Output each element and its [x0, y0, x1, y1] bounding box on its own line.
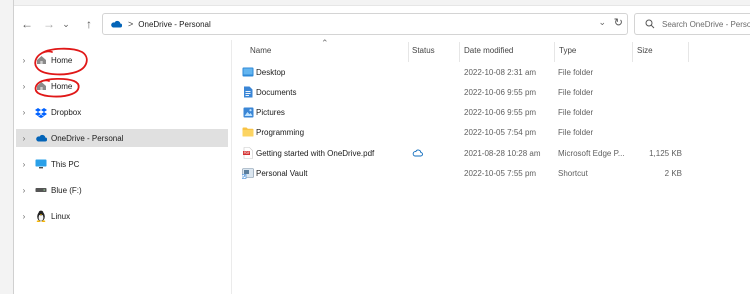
breadcrumb-onedrive[interactable]: OneDrive - Personal: [138, 20, 210, 29]
linux-penguin-icon: [35, 210, 47, 222]
column-divider[interactable]: [632, 42, 633, 62]
search-icon: [645, 19, 655, 29]
sort-ascending-icon: ⌃: [321, 38, 329, 48]
address-bar[interactable]: > OneDrive - Personal ⌄ ↻: [102, 13, 628, 35]
folder-icon: [242, 123, 254, 141]
file-name: Pictures: [256, 107, 285, 117]
file-size: 1,125 KB: [649, 148, 682, 158]
chevron-right-icon[interactable]: ›: [19, 160, 29, 169]
onedrive-cloud-icon: [35, 132, 47, 144]
refresh-icon[interactable]: ↻: [614, 16, 623, 29]
chevron-right-icon[interactable]: ›: [19, 212, 29, 221]
documents-folder-icon: [242, 83, 254, 101]
pictures-folder-icon: [242, 103, 254, 121]
breadcrumb-separator: >: [128, 19, 134, 29]
up-arrow-icon: ↑: [86, 17, 92, 31]
forward-button[interactable]: →: [41, 16, 57, 32]
file-name: Getting started with OneDrive.pdf: [256, 148, 375, 158]
column-header-status[interactable]: Status: [412, 46, 435, 58]
file-row[interactable]: Personal Vault 2022-10-05 7:55 pm Shortc…: [240, 164, 690, 182]
file-type: File folder: [558, 67, 594, 77]
column-divider[interactable]: [554, 42, 555, 62]
sidebar-item-label: Home: [51, 55, 73, 65]
column-divider[interactable]: [408, 42, 409, 62]
file-date-modified: 2022-10-08 2:31 am: [464, 67, 537, 77]
search-input[interactable]: Search OneDrive - Personal: [634, 13, 750, 35]
window-left-frame: [0, 0, 14, 294]
window-top-frame: [0, 0, 750, 6]
file-date-modified: 2021-08-28 10:28 am: [464, 148, 541, 158]
address-dropdown-icon[interactable]: ⌄: [598, 17, 606, 28]
chevron-down-icon: ⌄: [62, 18, 70, 29]
onedrive-cloud-icon: [110, 20, 122, 28]
column-divider[interactable]: [459, 42, 460, 62]
up-button[interactable]: ↑: [81, 16, 97, 32]
svg-text:PDF: PDF: [244, 151, 250, 155]
vault-shortcut-icon: [242, 164, 254, 182]
file-name: Personal Vault: [256, 168, 308, 178]
sidebar-item-label: Dropbox: [51, 107, 82, 117]
column-header-date-modified[interactable]: Date modified: [464, 46, 513, 58]
file-row[interactable]: Pictures 2022-10-06 9:55 pm File folder: [240, 103, 690, 121]
file-date-modified: 2022-10-05 7:54 pm: [464, 127, 537, 137]
chevron-right-icon[interactable]: ›: [19, 186, 29, 195]
sidebar-item-linux[interactable]: › Linux: [16, 207, 228, 225]
pane-divider[interactable]: [231, 40, 232, 294]
file-name: Desktop: [256, 67, 286, 77]
file-date-modified: 2022-10-05 7:55 pm: [464, 168, 537, 178]
sidebar-item-onedrive[interactable]: › OneDrive - Personal: [16, 129, 228, 147]
home-icon: [35, 54, 47, 66]
sidebar-item-label: Blue (F:): [51, 185, 82, 195]
cloud-available-icon: [410, 144, 424, 162]
sidebar-item-label: Home: [51, 81, 73, 91]
file-row[interactable]: PDF Getting started with OneDrive.pdf 20…: [240, 144, 690, 162]
file-row[interactable]: Documents 2022-10-06 9:55 pm File folder: [240, 83, 690, 101]
file-name: Documents: [256, 87, 297, 97]
home-icon: [35, 80, 47, 92]
chevron-right-icon[interactable]: ›: [19, 108, 29, 117]
back-button[interactable]: ←: [19, 16, 35, 32]
file-row[interactable]: Programming 2022-10-05 7:54 pm File fold…: [240, 123, 690, 141]
drive-icon: [35, 184, 47, 196]
monitor-icon: [35, 158, 47, 170]
file-type: Microsoft Edge P...: [558, 148, 625, 158]
chevron-right-icon[interactable]: ›: [19, 134, 29, 143]
file-type: File folder: [558, 107, 594, 117]
file-type: Shortcut: [558, 168, 588, 178]
chevron-right-icon[interactable]: ›: [19, 82, 29, 91]
file-date-modified: 2022-10-06 9:55 pm: [464, 87, 537, 97]
sidebar-item-this-pc[interactable]: › This PC: [16, 155, 228, 173]
file-type: File folder: [558, 87, 594, 97]
forward-arrow-icon: →: [43, 17, 55, 31]
column-divider[interactable]: [688, 42, 689, 62]
file-row[interactable]: Desktop 2022-10-08 2:31 am File folder: [240, 63, 690, 81]
sidebar-item-label: This PC: [51, 159, 80, 169]
chevron-right-icon[interactable]: ›: [19, 56, 29, 65]
back-arrow-icon: ←: [21, 17, 33, 31]
pdf-file-icon: PDF: [242, 144, 254, 162]
file-size: 2 KB: [664, 168, 682, 178]
desktop-folder-icon: [242, 63, 254, 81]
sidebar-item-home-2[interactable]: › Home: [16, 77, 228, 95]
sidebar-item-dropbox[interactable]: › Dropbox: [16, 103, 228, 121]
sidebar-item-home[interactable]: › Home: [16, 51, 228, 69]
sidebar-item-blue-drive[interactable]: › Blue (F:): [16, 181, 228, 199]
sidebar-item-label: OneDrive - Personal: [51, 133, 124, 143]
column-header-size[interactable]: Size: [637, 46, 653, 58]
file-type: File folder: [558, 127, 594, 137]
search-placeholder: Search OneDrive - Personal: [662, 19, 750, 29]
column-header-name[interactable]: Name: [250, 46, 271, 58]
dropbox-icon: [35, 106, 47, 118]
file-name: Programming: [256, 127, 305, 137]
sidebar-item-label: Linux: [51, 211, 71, 221]
file-date-modified: 2022-10-06 9:55 pm: [464, 107, 537, 117]
column-header-type[interactable]: Type: [559, 46, 576, 58]
recent-locations-button[interactable]: ⌄: [61, 16, 71, 32]
